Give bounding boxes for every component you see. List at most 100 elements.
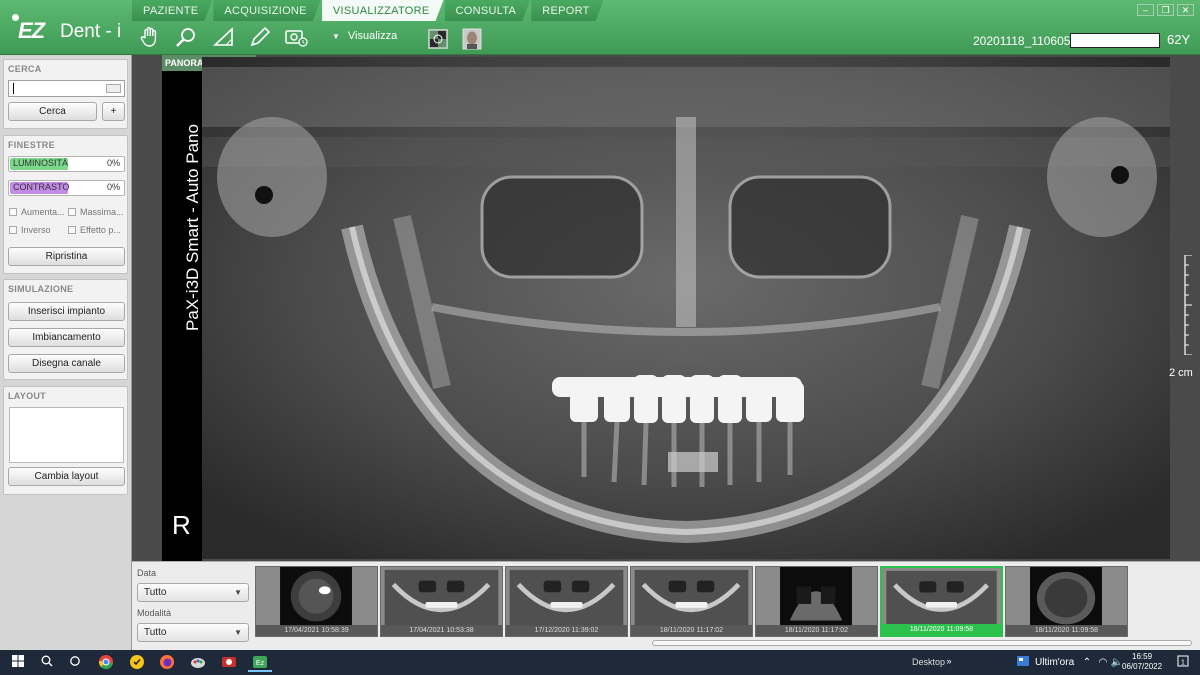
study-thumbnail[interactable]: 18/11/2020 11:17:02: [630, 566, 753, 637]
tab-visualizzatore[interactable]: VISUALIZZATORE: [322, 0, 444, 21]
checkbox-label: Aumenta...: [21, 207, 65, 217]
view-label: Visualizza: [347, 30, 398, 42]
brightness-value: 0%: [106, 158, 120, 168]
news-label[interactable]: Ultim'ora: [1035, 657, 1074, 668]
layout-title: LAYOUT: [8, 391, 46, 401]
search-button[interactable]: Cerca: [8, 102, 97, 121]
thumbnail-date: 17/12/2020 11:39:02: [506, 625, 627, 636]
contrast-slider[interactable]: CONTRASTO 0%: [8, 180, 125, 196]
chrome-icon[interactable]: [97, 654, 115, 672]
brightness-slider[interactable]: LUMINOSITÀ 0%: [8, 156, 125, 172]
view-dropdown[interactable]: ▼ Visualizza: [332, 30, 397, 42]
contrast-value: 0%: [106, 182, 120, 192]
toolbar-expand-icon[interactable]: »: [940, 652, 958, 670]
task-view-icon[interactable]: [66, 654, 84, 672]
thumbnail-scrollbar[interactable]: [652, 640, 1192, 646]
norton-icon[interactable]: [128, 654, 146, 672]
patient-id: 20201118_110605: [973, 34, 1071, 48]
face-photo-icon[interactable]: [458, 27, 486, 53]
dropdown-arrow-icon: ▼: [332, 31, 340, 41]
change-layout-button[interactable]: Cambia layout: [8, 467, 125, 486]
tab-report[interactable]: REPORT: [531, 0, 603, 21]
thumbnail-date: 17/04/2021 10:53:38: [381, 625, 502, 636]
thumbnail-date: 18/11/2020 11:09:58: [882, 624, 1001, 635]
thumbnail-date: 18/11/2020 11:09:58: [1006, 625, 1127, 636]
recorder-icon[interactable]: [220, 654, 238, 672]
checkbox-box[interactable]: [68, 226, 76, 234]
add-search-button[interactable]: +: [102, 102, 125, 121]
close-button[interactable]: ✕: [1177, 4, 1194, 16]
modality-filter-dropdown[interactable]: Tutto ▼: [137, 623, 249, 642]
keyboard-icon[interactable]: [106, 84, 121, 93]
minimize-button[interactable]: –: [1137, 4, 1154, 16]
checkbox-maximize[interactable]: Massima...: [68, 207, 124, 217]
study-thumbnail[interactable]: 18/11/2020 11:17:02: [755, 566, 878, 637]
thumbnail-strip: Data Tutto ▼ Modalità Tutto ▼ 17/04/2021…: [132, 561, 1200, 650]
compare-view-icon[interactable]: [424, 27, 452, 53]
layout-preview[interactable]: [9, 407, 124, 463]
tab-paziente[interactable]: PAZIENTE: [132, 0, 212, 21]
patient-name-redacted: [1070, 33, 1160, 48]
main-tabs: PAZIENTE ACQUISIZIONE VISUALIZZATORE CON…: [132, 0, 605, 21]
study-thumbnail[interactable]: 18/11/2020 11:09:58: [880, 566, 1003, 637]
checkbox-label: Massima...: [80, 207, 124, 217]
study-thumbnail[interactable]: 18/11/2020 11:09:58: [1005, 566, 1128, 637]
svg-text:1: 1: [1181, 660, 1185, 667]
paint-icon[interactable]: [189, 654, 207, 672]
study-thumbnail[interactable]: 17/04/2021 10:53:38: [380, 566, 503, 637]
layout-section: LAYOUT Cambia layout: [3, 386, 128, 495]
brightness-label: LUMINOSITÀ: [13, 158, 69, 168]
zoom-icon[interactable]: [172, 25, 200, 51]
windows-title: FINESTRE: [8, 140, 55, 150]
simulation-section: SIMULAZIONE Inserisci impianto Imbiancam…: [3, 279, 128, 380]
restore-button[interactable]: ❐: [1157, 4, 1174, 16]
contrast-label: CONTRASTO: [13, 182, 70, 192]
windows-taskbar: Ez Desktop » Ultim'ora ⌃ ◠ 🔈 16:59 06/07…: [0, 650, 1200, 675]
checkbox-box[interactable]: [9, 226, 17, 234]
scale-label: 2 cm: [1169, 367, 1193, 379]
news-icon[interactable]: [1014, 654, 1032, 672]
clock-time: 16:59: [1132, 652, 1153, 661]
search-input[interactable]: [8, 80, 125, 97]
pencil-icon[interactable]: [246, 25, 274, 51]
windows-section: FINESTRE LUMINOSITÀ 0% CONTRASTO 0% Aume…: [3, 135, 128, 274]
checkbox-box[interactable]: [9, 208, 17, 216]
tab-acquisizione[interactable]: ACQUISIZIONE: [213, 0, 320, 21]
insert-implant-button[interactable]: Inserisci impianto: [8, 302, 125, 321]
ruler-triangle-icon[interactable]: [210, 25, 238, 51]
firefox-icon[interactable]: [158, 654, 176, 672]
study-thumbnail[interactable]: 17/04/2021 10:58:39: [255, 566, 378, 637]
thumbnail-date: 17/04/2021 10:58:39: [256, 625, 377, 636]
clock-date: 06/07/2022: [1122, 662, 1163, 671]
modality-filter-value: Tutto: [144, 627, 167, 638]
study-thumbnail[interactable]: 17/12/2020 11:39:02: [505, 566, 628, 637]
reset-button[interactable]: Ripristina: [8, 247, 125, 266]
image-viewer[interactable]: PANORAMICA PaX-i3D Smart - Auto Pano R: [132, 55, 1200, 561]
taskbar-clock[interactable]: 16:59 06/07/2022: [1122, 652, 1162, 672]
simulation-title: SIMULAZIONE: [8, 284, 74, 294]
date-filter-dropdown[interactable]: Tutto ▼: [137, 583, 249, 602]
ezdent-taskbar-icon[interactable]: Ez: [248, 654, 272, 672]
whitening-button[interactable]: Imbiancamento: [8, 328, 125, 347]
tab-consulta[interactable]: CONSULTA: [445, 0, 531, 21]
checkbox-enhance[interactable]: Aumenta...: [9, 207, 65, 217]
notification-icon[interactable]: 1: [1174, 654, 1192, 672]
checkbox-label: Effetto p...: [80, 225, 121, 235]
thumbnail-date: 18/11/2020 11:17:02: [631, 625, 752, 636]
hand-icon[interactable]: [136, 25, 164, 51]
svg-text:Ez: Ez: [256, 660, 265, 667]
search-icon[interactable]: [38, 654, 56, 672]
draw-canal-button[interactable]: Disegna canale: [8, 354, 125, 373]
camera-capture-icon[interactable]: [282, 25, 310, 51]
windows-start-icon[interactable]: [9, 654, 27, 672]
date-filter-value: Tutto: [144, 587, 167, 598]
app-logo: EZ Dent - i: [8, 10, 128, 48]
checkbox-box[interactable]: [68, 208, 76, 216]
device-label: PaX-i3D Smart - Auto Pano: [183, 124, 203, 331]
thumbnail-date: 18/11/2020 11:17:02: [756, 625, 877, 636]
search-section: CERCA Cerca +: [3, 59, 128, 129]
checkbox-effect[interactable]: Effetto p...: [68, 225, 121, 235]
text-cursor: [13, 83, 14, 94]
panoramic-xray-image[interactable]: [202, 57, 1170, 559]
checkbox-invert[interactable]: Inverso: [9, 225, 51, 235]
